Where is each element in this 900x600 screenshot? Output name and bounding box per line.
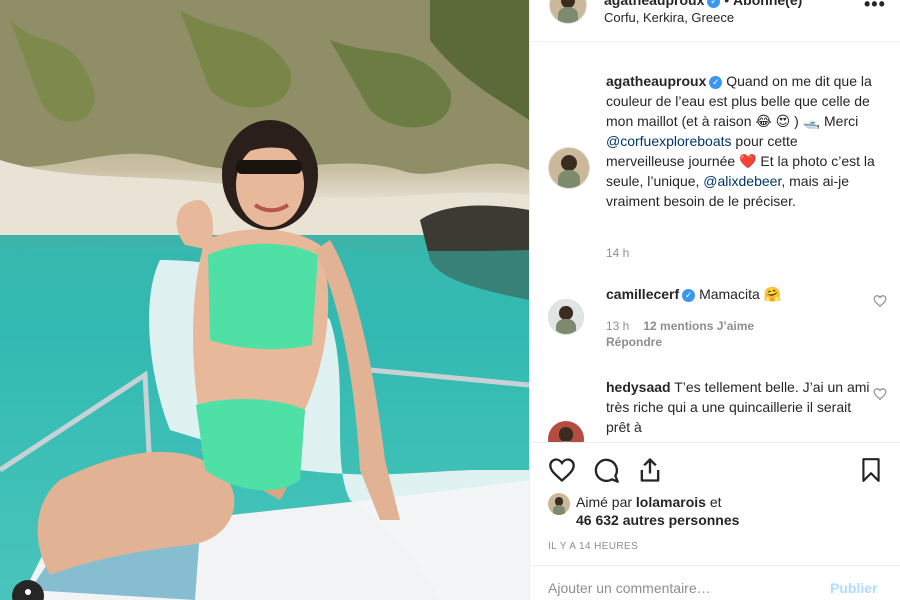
reply-button[interactable]: Répondre [606,335,662,349]
comment-avatar[interactable] [548,421,584,442]
post-timestamp[interactable]: IL Y A 14 HEURES [548,541,638,552]
verified-icon: ✓ [682,289,696,302]
comment-avatar[interactable] [548,299,584,335]
comment-text: camillecerf ✓ Mamacita 🤗 [606,284,876,304]
bookmark-icon[interactable] [858,456,884,484]
like-comment-heart-icon[interactable] [873,294,887,308]
publish-button[interactable]: Publier [830,580,877,596]
header-username[interactable]: agatheauproux [604,0,704,8]
header-separator: • [724,0,734,8]
author-avatar[interactable] [549,0,587,24]
post-side-panel: agatheauproux ✓ • Abonné(e) Corfu, Kerkir… [529,0,900,600]
liked-by-suffix: et [705,494,722,510]
comment-bubble-icon[interactable] [592,456,620,484]
comment-username[interactable]: camillecerf [606,286,679,302]
post-header: agatheauproux ✓ • Abonné(e) Corfu, Kerkir… [530,0,900,42]
comment-meta: 13 h 12 mentions J’aime [606,319,754,333]
likes-count[interactable]: 46 632 autres personnes [576,512,739,528]
comment-body: Mamacita 🤗 [699,286,782,302]
verified-icon: ✓ [709,76,723,89]
mention-link[interactable]: @corfuexploreboats [606,133,732,149]
liked-by-user[interactable]: lolamarois [636,494,706,510]
liker-avatar[interactable] [548,493,570,515]
comment-likes[interactable]: 12 mentions J’aime [643,319,754,333]
liked-by-line: Aimé par lolamarois et [576,492,722,512]
comment-username[interactable]: hedysaad [606,379,671,395]
post-actions: Aimé par lolamarois et 46 632 autres per… [530,442,900,600]
comment-input[interactable] [548,580,808,596]
comments-list[interactable]: agatheauproux ✓ Quand on me dit que la co… [530,43,900,442]
like-heart-icon[interactable] [548,456,576,484]
caption-avatar[interactable] [548,147,590,189]
share-icon[interactable] [636,456,664,484]
add-comment-bar: Publier [530,565,900,600]
post-location[interactable]: Corfu, Kerkira, Greece [604,10,734,25]
photo-illustration [0,0,529,600]
like-comment-heart-icon[interactable] [873,387,887,401]
caption-text: agatheauproux ✓ Quand on me dit que la co… [606,71,876,211]
caption-username[interactable]: agatheauproux [606,73,706,89]
post-photo[interactable] [0,0,529,600]
liked-by-prefix: Aimé par [576,494,636,510]
follow-button[interactable]: Abonné(e) [733,0,802,8]
header-author-line: agatheauproux ✓ • Abonné(e) [604,0,802,8]
verified-icon: ✓ [707,0,721,8]
comment-text: hedysaad T’es tellement belle. J’ai un a… [606,377,876,437]
caption-time[interactable]: 14 h [606,246,629,260]
mention-link[interactable]: @alixdebeer [703,173,781,189]
more-options-icon[interactable]: ••• [864,0,886,15]
comment-time[interactable]: 13 h [606,319,629,333]
